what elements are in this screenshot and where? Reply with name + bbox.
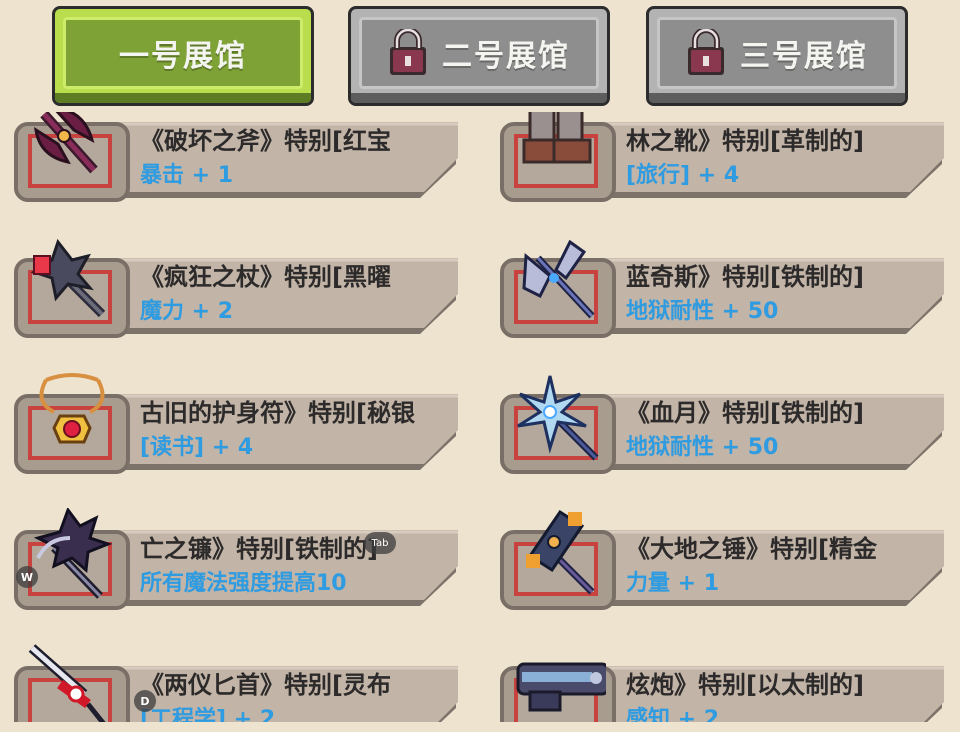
exhibit-card[interactable]: 《大地之锤》特别[精金 力量 + 1 — [500, 509, 946, 610]
dagger-icon — [28, 644, 106, 722]
exhibit-card[interactable]: 蓝奇斯》特别[铁制的] 地狱耐性 + 50 — [500, 239, 946, 338]
tab-hall-2[interactable]: 二号展馆 — [348, 6, 610, 106]
item-name: 《疯狂之杖》特别[黑曜 — [140, 263, 391, 291]
w-key-hint: W — [16, 566, 38, 588]
halberd-icon — [522, 239, 595, 319]
tab-hall-1[interactable]: 一号展馆 — [52, 6, 314, 106]
item-stat: [读书] + 4 — [140, 435, 254, 460]
item-name: 《大地之锤》特别[精金 — [626, 535, 877, 563]
exhibit-card[interactable]: 古旧的护身符》特别[秘银 [读书] + 4 — [14, 373, 460, 474]
tab-hall-3[interactable]: 三号展馆 — [646, 6, 908, 106]
item-name: 蓝奇斯》特别[铁制的] — [626, 263, 864, 291]
boots-icon — [522, 112, 592, 164]
hammer-icon — [526, 509, 595, 595]
item-name: 炫炮》特别[以太制的] — [626, 671, 864, 699]
item-stat: 魔力 + 2 — [140, 299, 234, 324]
d-key-hint: D — [134, 690, 156, 712]
tab-key-hint: Tab — [364, 532, 396, 554]
exhibit-card[interactable]: 林之靴》特别[革制的] [旅行] + 4 — [500, 112, 946, 202]
axe-icon — [34, 112, 98, 174]
item-stat: 感知 + 2 — [626, 707, 720, 722]
tab-hall-1-label: 一号展馆 — [119, 39, 247, 74]
item-stat: 力量 + 1 — [626, 571, 720, 596]
cannon-icon — [516, 662, 606, 712]
item-name: 《血月》特别[铁制的] — [626, 399, 864, 427]
lock-icon — [390, 29, 426, 75]
exhibit-card[interactable]: 《两仪匕首》特别[灵布 [工程学] + 2 — [14, 644, 460, 722]
amulet-icon — [39, 373, 105, 444]
star-mace-icon — [517, 375, 599, 461]
item-name: 《两仪匕首》特别[灵布 — [140, 671, 391, 699]
tab-hall-3-label: 三号展馆 — [740, 39, 868, 74]
scythe-icon — [33, 508, 113, 599]
exhibit-card[interactable]: 《破坏之斧》特别[红宝 暴击 + 1 — [14, 112, 460, 202]
item-name: 林之靴》特别[革制的] — [626, 127, 864, 155]
item-name: 《破坏之斧》特别[红宝 — [140, 127, 391, 155]
tab-hall-2-label: 二号展馆 — [442, 39, 570, 74]
item-stat: [旅行] + 4 — [626, 163, 740, 188]
exhibit-card[interactable]: 亡之镰》特别[铁制的] 所有魔法强度提高10 — [14, 508, 460, 610]
item-name: 亡之镰》特别[铁制的] — [140, 535, 378, 563]
exhibit-card[interactable]: 炫炮》特别[以太制的] 感知 + 2 — [500, 650, 946, 722]
item-name: 古旧的护身符》特别[秘银 — [140, 399, 415, 427]
mace-icon — [30, 238, 106, 318]
item-stat: [工程学] + 2 — [140, 707, 276, 722]
item-stat: 地狱耐性 + 50 — [626, 435, 779, 460]
item-stat: 所有魔法强度提高10 — [140, 571, 347, 596]
exhibit-card[interactable]: 《血月》特别[铁制的] 地狱耐性 + 50 — [500, 375, 946, 474]
exhibit-card[interactable]: 《疯狂之杖》特别[黑曜 魔力 + 2 — [14, 238, 460, 338]
item-stat: 暴击 + 1 — [140, 163, 234, 188]
exhibit-grid[interactable]: 《破坏之斧》特别[红宝 暴击 + 1 林之靴》特别[革制的] [旅行] + 4 — [0, 112, 960, 722]
item-stat: 地狱耐性 + 50 — [626, 299, 779, 324]
lock-icon — [688, 29, 724, 75]
